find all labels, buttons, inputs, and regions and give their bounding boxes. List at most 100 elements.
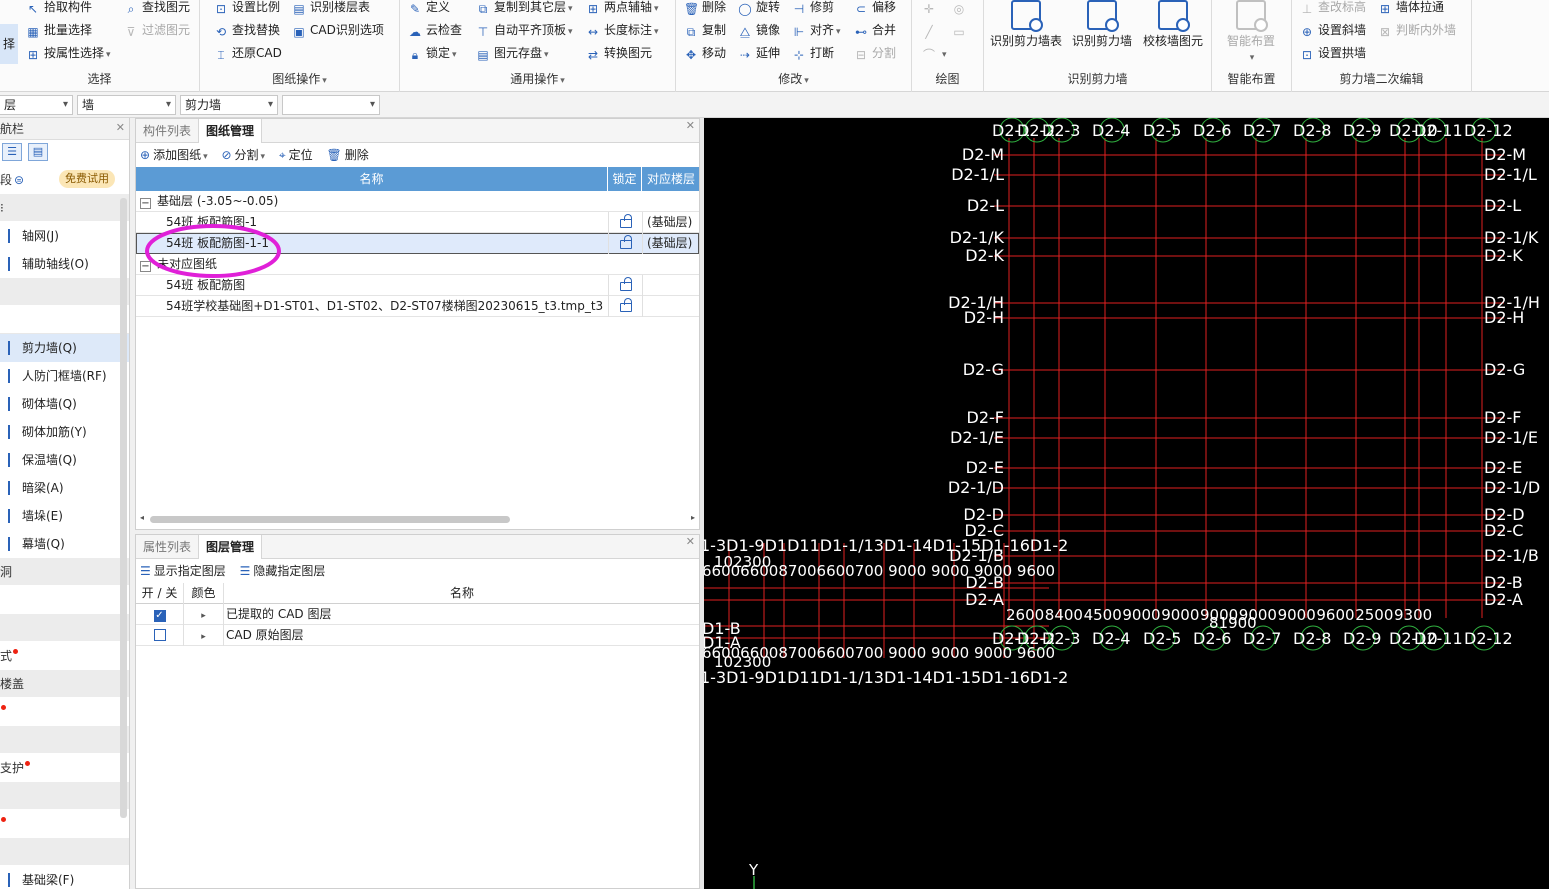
unlock-icon[interactable] [619, 298, 632, 312]
cloud-check-button[interactable]: ☁ 云检查 [408, 20, 462, 40]
nav-item[interactable]: 剪力墙(Q) [0, 334, 129, 362]
draw-rect-button[interactable]: ▭ [952, 20, 970, 40]
column-layer-name[interactable]: 名称 [224, 583, 700, 604]
copy-to-other-floor-button[interactable]: ⧉ 复制到其它层 ▾ [476, 0, 573, 17]
nav-item[interactable]: 轴网(J) [0, 222, 129, 250]
break-button[interactable]: ⊹ 打断 [792, 43, 834, 63]
layer-row[interactable]: ✓ ▸ 已提取的 CAD 图层 [136, 604, 699, 625]
draw-line-button[interactable]: ╱ [922, 20, 940, 40]
nav-section-blank-3[interactable] [0, 586, 129, 614]
set-slant-wall-button[interactable]: ⊕ 设置斜墙 [1300, 20, 1366, 40]
detail-view-icon[interactable]: ▤ [28, 143, 48, 161]
drawing-lock-cell[interactable] [608, 296, 642, 317]
verify-wall-button[interactable]: 校核墙图元 [1138, 0, 1208, 49]
recognize-floor-table-button[interactable]: ▤ 识别楼层表 [292, 0, 370, 17]
offset-button[interactable]: ⊂ 偏移 [854, 0, 896, 17]
trim-button[interactable]: ⊣ 修剪 [792, 0, 834, 17]
floor-combo[interactable]: 层 [0, 95, 73, 115]
close-icon[interactable]: ✕ [116, 121, 125, 134]
smart-layout-button[interactable]: 智能布置 ▾ [1218, 0, 1284, 63]
nav-item[interactable]: 人防门框墙(RF) [0, 362, 129, 390]
merge-button[interactable]: ⊷ 合并 [854, 20, 896, 40]
nav-section-floor[interactable]: 楼盖 [0, 670, 129, 698]
close-icon[interactable]: ✕ [686, 119, 695, 132]
drawing-row[interactable]: 54班 板配筋图-1-1 (基础层) [136, 233, 699, 254]
draw-point-button[interactable]: ✛ [922, 0, 940, 17]
add-drawing-button[interactable]: ⊕ 添加图纸 ▾ [140, 143, 208, 169]
pick-component-button[interactable]: ↖ 拾取构件 [26, 0, 92, 17]
element-save-button[interactable]: ▤ 图元存盘 ▾ [476, 43, 548, 63]
batch-select-button[interactable]: ▦ 批量选择 [26, 20, 92, 40]
recognize-wall-button[interactable]: 识别剪力墙 [1068, 0, 1136, 49]
scroll-right-icon[interactable]: ▸ [691, 513, 695, 522]
nav-section-support[interactable]: 支护 [0, 754, 129, 782]
tab-layer-management[interactable]: 图层管理 [198, 535, 263, 559]
lock-button[interactable]: 🔒︎ 锁定 ▾ [408, 43, 457, 63]
nav-section-blank-1[interactable] [0, 278, 129, 306]
drawing-row[interactable]: 54班 板配筋图-1 (基础层) [136, 212, 699, 233]
find-replace-button[interactable]: ⟲ 查找替换 [214, 20, 280, 40]
set-arch-wall-button[interactable]: ⊡ 设置拱墙 [1300, 43, 1366, 63]
wall-extend-button[interactable]: ⊞ 墙体拉通 [1378, 0, 1444, 17]
cad-canvas[interactable]: D2-1 D2-1 D2-2 D2-2 D2-3 D2-3 D2-4 D2-4 D2-5 D2-5… [704, 118, 1549, 889]
nav-section-blank-2[interactable] [0, 306, 129, 334]
drawing-lock-cell[interactable] [608, 233, 642, 254]
recognize-wall-table-button[interactable]: 识别剪力墙表 [988, 0, 1064, 49]
unlock-icon[interactable] [619, 214, 632, 228]
nav-scrollbar[interactable] [120, 198, 127, 818]
drawing-group-row[interactable]: − 基础层 (-3.05~-0.05) [136, 191, 699, 212]
delete-drawing-button[interactable]: 🗑︎ 删除 [326, 143, 368, 167]
drawing-row[interactable]: 54班学校基础图+D1-ST01、D1-ST02、D2-ST07楼梯图20230… [136, 296, 699, 317]
category-combo[interactable]: 墙 [77, 95, 176, 115]
unlock-icon[interactable] [619, 235, 632, 249]
nav-item[interactable]: 辅助轴线(O) [0, 250, 129, 278]
move-button[interactable]: ✥ 移动 [684, 43, 726, 63]
component-combo[interactable] [282, 95, 380, 115]
column-onoff[interactable]: 开 / 关 [136, 583, 184, 604]
cad-options-button[interactable]: ▣ CAD识别选项 [292, 20, 384, 40]
draw-arc-button[interactable]: ⌒ ▾ [922, 43, 947, 63]
length-dim-button[interactable]: ↔ 长度标注 ▾ [586, 20, 659, 40]
restore-cad-button[interactable]: ⌶ 还原CAD [214, 43, 281, 63]
select-by-attr-button[interactable]: ⊞ 按属性选择 ▾ [26, 43, 111, 63]
nav-item-foundation-beam[interactable]: 基础梁(F) [0, 866, 129, 889]
mirror-button[interactable]: ⧋ 镜像 [738, 20, 780, 40]
check-elevation-button[interactable]: ⊥ 查改标高 [1300, 0, 1366, 17]
layer-checkbox[interactable]: ✓ [153, 610, 166, 622]
delete-button[interactable]: 🗑︎ 删除 [684, 0, 726, 17]
layer-row[interactable]: ▸ CAD 原始图层 [136, 625, 699, 646]
tab-property-list[interactable]: 属性列表 [136, 535, 198, 559]
nav-section-blank-6[interactable] [0, 726, 129, 754]
define-button[interactable]: ✎ 定义 [408, 0, 450, 17]
list-view-icon[interactable]: ☰ [2, 143, 22, 161]
drawing-lock-cell[interactable] [608, 212, 642, 233]
rotate-button[interactable]: ◯ 旋转 [738, 0, 780, 17]
scroll-left-icon[interactable]: ◂ [140, 513, 144, 522]
judge-inner-outer-button[interactable]: ⊠ 判断内外墙 [1378, 20, 1456, 40]
select-big-button[interactable]: 择 [0, 24, 18, 64]
split-button[interactable]: ⊟ 分割 [854, 43, 896, 63]
align-button[interactable]: ⊩ 对齐 ▾ [792, 20, 841, 40]
drawing-group-row[interactable]: − 未对应图纸 [136, 254, 699, 275]
column-name[interactable]: 名称 [136, 167, 608, 191]
two-point-axis-button[interactable]: ⊞ 两点辅轴 ▾ [586, 0, 659, 17]
nav-section-blank-9[interactable] [0, 838, 129, 866]
nav-item[interactable]: 砌体加筋(Y) [0, 418, 129, 446]
layer-checkbox[interactable] [153, 629, 166, 641]
drawing-hscrollbar[interactable]: ◂ ▸ [140, 513, 695, 524]
split-drawing-button[interactable]: ⊘ 分割 ▾ [221, 143, 265, 169]
nav-item[interactable]: 保温墙(Q) [0, 446, 129, 474]
hide-layer-button[interactable]: ☰ 隐藏指定图层 [240, 559, 326, 583]
tab-drawing-management[interactable]: 图纸管理 [198, 119, 263, 143]
nav-item[interactable]: 幕墙(Q) [0, 530, 129, 558]
nav-section-axis[interactable]: ⁝ [0, 194, 129, 222]
draw-circle-button[interactable]: ◎ [952, 0, 970, 17]
column-color[interactable]: 颜色 [184, 583, 224, 604]
drawing-lock-cell[interactable] [608, 275, 642, 296]
convert-element-button[interactable]: ⇄ 转换图元 [586, 43, 652, 63]
nav-section-door[interactable]: 洞 [0, 558, 129, 586]
collapse-icon[interactable]: − [140, 261, 151, 272]
nav-section-blank-4[interactable] [0, 614, 129, 642]
component-type-combo[interactable]: 剪力墙 [180, 95, 278, 115]
extend-button[interactable]: ⇢ 延伸 [738, 43, 780, 63]
